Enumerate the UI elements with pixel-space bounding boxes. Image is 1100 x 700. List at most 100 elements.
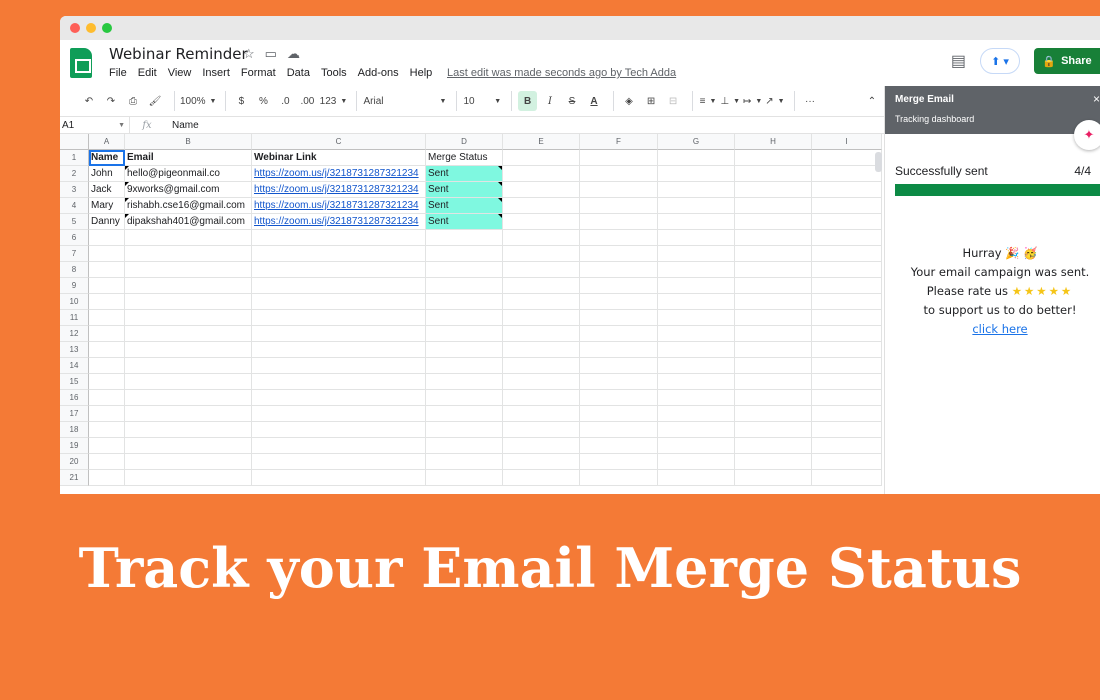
grid-cell[interactable] xyxy=(503,294,580,310)
grid-cell[interactable] xyxy=(580,438,658,454)
grid-cell[interactable] xyxy=(89,278,125,294)
more-icon[interactable]: ··· xyxy=(801,91,819,111)
name-cell[interactable]: Danny xyxy=(89,214,125,230)
grid-cell[interactable] xyxy=(503,166,580,182)
grid-cell[interactable] xyxy=(125,310,252,326)
grid-cell[interactable] xyxy=(580,454,658,470)
header-cell[interactable]: Merge Status xyxy=(426,150,503,166)
row-header[interactable]: 1 xyxy=(60,150,89,166)
grid-cell[interactable] xyxy=(503,230,580,246)
grid-cell[interactable] xyxy=(812,470,882,486)
grid-cell[interactable] xyxy=(735,310,812,326)
grid-cell[interactable] xyxy=(426,230,503,246)
grid-cell[interactable] xyxy=(580,326,658,342)
column-header-e[interactable]: E xyxy=(503,134,580,150)
grid-cell[interactable] xyxy=(252,406,426,422)
grid-cell[interactable] xyxy=(426,406,503,422)
last-edit-link[interactable]: Last edit was made seconds ago by Tech A… xyxy=(447,67,676,79)
grid-cell[interactable] xyxy=(125,438,252,454)
close-window-button[interactable] xyxy=(70,23,80,33)
column-header-c[interactable]: C xyxy=(252,134,426,150)
grid-cell[interactable] xyxy=(580,198,658,214)
grid-cell[interactable] xyxy=(503,326,580,342)
present-button[interactable]: ⬆ ▾ xyxy=(980,48,1020,74)
grid-cell[interactable] xyxy=(89,470,125,486)
grid-cell[interactable] xyxy=(252,246,426,262)
grid-cell[interactable] xyxy=(503,406,580,422)
grid-cell[interactable] xyxy=(89,230,125,246)
grid-cell[interactable] xyxy=(812,406,882,422)
row-header[interactable]: 9 xyxy=(60,278,89,294)
grid-cell[interactable] xyxy=(125,342,252,358)
grid-cell[interactable] xyxy=(89,454,125,470)
grid-cell[interactable] xyxy=(252,454,426,470)
grid-cell[interactable] xyxy=(812,310,882,326)
grid-cell[interactable] xyxy=(252,422,426,438)
column-header-a[interactable]: A xyxy=(89,134,125,150)
webinar-link-cell[interactable]: https://zoom.us/j/3218731287321234 xyxy=(252,182,426,198)
row-header[interactable]: 21 xyxy=(60,470,89,486)
grid-cell[interactable] xyxy=(503,246,580,262)
menu-item-format[interactable]: Format xyxy=(241,67,276,79)
merge-cells-icon[interactable]: ⊟ xyxy=(664,91,682,111)
grid-cell[interactable] xyxy=(658,166,735,182)
grid-cell[interactable] xyxy=(658,326,735,342)
row-header[interactable]: 10 xyxy=(60,294,89,310)
grid-cell[interactable] xyxy=(580,422,658,438)
paint-format-icon[interactable]: 🖌 xyxy=(146,91,164,111)
grid-cell[interactable] xyxy=(812,326,882,342)
document-title[interactable]: Webinar Reminder xyxy=(109,45,248,63)
borders-icon[interactable]: ⊞ xyxy=(642,91,660,111)
grid-cell[interactable] xyxy=(658,390,735,406)
grid-cell[interactable] xyxy=(89,374,125,390)
grid-cell[interactable] xyxy=(812,278,882,294)
email-cell[interactable]: dipakshah401@gmail.com xyxy=(125,214,252,230)
grid-cell[interactable] xyxy=(580,278,658,294)
click-here-link[interactable]: click here xyxy=(895,320,1100,339)
grid-cell[interactable] xyxy=(658,470,735,486)
merge-status-cell[interactable]: Sent xyxy=(426,166,503,182)
grid-cell[interactable] xyxy=(503,470,580,486)
percent-button[interactable]: % xyxy=(254,91,272,111)
row-header[interactable]: 19 xyxy=(60,438,89,454)
grid-cell[interactable] xyxy=(812,374,882,390)
grid-cell[interactable] xyxy=(125,406,252,422)
grid-cell[interactable] xyxy=(89,406,125,422)
grid-cell[interactable] xyxy=(812,438,882,454)
column-header-f[interactable]: F xyxy=(580,134,658,150)
font-size-select[interactable]: 10 ▼ xyxy=(463,91,501,111)
webinar-link-cell[interactable]: https://zoom.us/j/3218731287321234 xyxy=(252,214,426,230)
grid-cell[interactable] xyxy=(503,454,580,470)
grid-cell[interactable] xyxy=(503,182,580,198)
grid-cell[interactable] xyxy=(735,166,812,182)
grid-cell[interactable] xyxy=(89,294,125,310)
grid-cell[interactable] xyxy=(580,470,658,486)
grid-cell[interactable] xyxy=(503,262,580,278)
redo-icon[interactable]: ↷ xyxy=(102,91,120,111)
name-cell[interactable]: Jack xyxy=(89,182,125,198)
grid-cell[interactable] xyxy=(503,358,580,374)
close-icon[interactable]: × xyxy=(1093,92,1100,106)
row-header[interactable]: 11 xyxy=(60,310,89,326)
sheets-logo-icon[interactable] xyxy=(70,48,92,78)
grid-cell[interactable] xyxy=(426,262,503,278)
grid-cell[interactable] xyxy=(503,310,580,326)
cloud-status-icon[interactable]: ☁ xyxy=(287,46,300,62)
grid-cell[interactable] xyxy=(658,294,735,310)
grid-cell[interactable] xyxy=(252,438,426,454)
grid-cell[interactable] xyxy=(426,342,503,358)
menu-item-data[interactable]: Data xyxy=(287,67,310,79)
grid-cell[interactable] xyxy=(125,470,252,486)
webinar-link-cell[interactable]: https://zoom.us/j/3218731287321234 xyxy=(252,166,426,182)
undo-icon[interactable]: ↶ xyxy=(80,91,98,111)
grid-cell[interactable] xyxy=(89,438,125,454)
grid-cell[interactable] xyxy=(580,230,658,246)
grid-cell[interactable] xyxy=(735,214,812,230)
grid-cell[interactable] xyxy=(426,310,503,326)
grid-cell[interactable] xyxy=(426,358,503,374)
menu-item-help[interactable]: Help xyxy=(410,67,433,79)
minimize-window-button[interactable] xyxy=(86,23,96,33)
grid-cell[interactable] xyxy=(580,246,658,262)
grid-cell[interactable] xyxy=(580,358,658,374)
grid-cell[interactable] xyxy=(252,278,426,294)
